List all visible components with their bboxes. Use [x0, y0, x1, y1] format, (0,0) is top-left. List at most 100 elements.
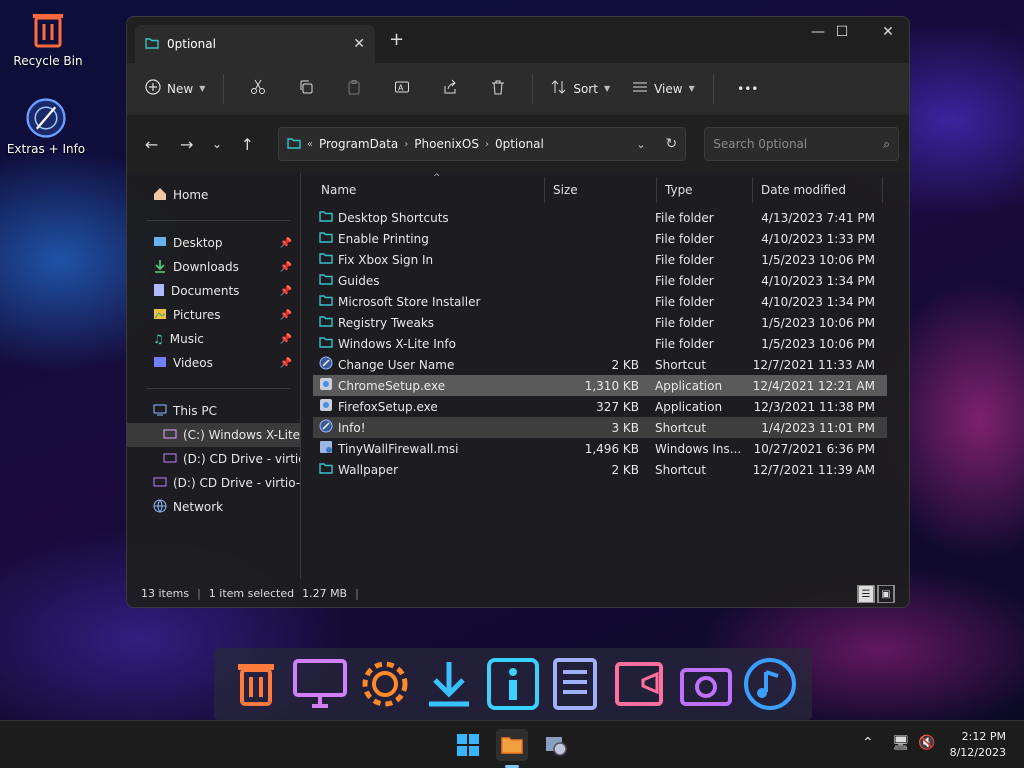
file-row[interactable]: Enable Printing File folder 4/10/2023 1:33…	[313, 228, 887, 249]
navigation-bar: ← → ⌄ ↑ « ProgramData › PhoenixOS › 0pti…	[127, 115, 909, 173]
file-name-cell: FirefoxSetup.exe	[313, 398, 539, 415]
sidebar-item-downloads[interactable]: Downloads 📌	[127, 255, 300, 279]
new-tab-button[interactable]: +	[389, 29, 404, 50]
search-icon: ⌕	[883, 136, 891, 151]
paste-button[interactable]	[332, 71, 376, 107]
column-header-name[interactable]: Name	[313, 177, 545, 203]
share-button[interactable]	[428, 71, 472, 107]
file-date: 1/5/2023 10:06 PM	[761, 252, 875, 267]
taskbar-app-settings[interactable]	[540, 729, 572, 761]
maximize-button[interactable]: ☐	[819, 17, 865, 47]
taskbar-file-explorer[interactable]	[496, 729, 528, 761]
dock-recycle-bin[interactable]	[228, 656, 284, 712]
details-view-button[interactable]: ☰	[857, 585, 875, 603]
up-button[interactable]: ↑	[233, 129, 262, 159]
sidebar-item-this-pc[interactable]: This PC	[127, 399, 300, 423]
dock-this-pc[interactable]	[292, 656, 348, 712]
system-clock[interactable]: 2:12 PM 8/12/2023	[950, 729, 1006, 761]
dock-videos[interactable]	[613, 656, 669, 712]
volume-muted-icon[interactable]: 🔇	[918, 735, 935, 751]
dock-downloads[interactable]	[421, 656, 477, 712]
application-icon	[319, 377, 333, 394]
pin-icon[interactable]: 📌	[280, 334, 292, 345]
sidebar-item-desktop[interactable]: Desktop 📌	[127, 231, 300, 255]
file-row[interactable]: Change User Name 2 KB Shortcut 12/7/2021 11…	[313, 354, 887, 375]
copy-button[interactable]	[284, 71, 328, 107]
cut-button[interactable]	[236, 71, 280, 107]
close-button[interactable]: ✕	[865, 17, 909, 47]
sidebar-item-network[interactable]: Network	[127, 495, 300, 519]
pin-icon[interactable]: 📌	[280, 262, 292, 273]
back-button[interactable]: ←	[137, 129, 166, 159]
folder-icon	[319, 231, 333, 246]
desktop-icon-extras-info[interactable]: Extras + Info	[0, 98, 94, 156]
tab-close-button[interactable]: ✕	[353, 36, 365, 52]
sidebar-item-videos[interactable]: Videos 📌	[127, 351, 300, 375]
more-options-button[interactable]: •••	[726, 71, 770, 107]
delete-button[interactable]	[476, 71, 520, 107]
desktop-icon-label: Recycle Bin	[13, 54, 83, 68]
dock-info[interactable]	[485, 656, 541, 712]
breadcrumb-0ptional[interactable]: 0ptional	[495, 137, 544, 151]
file-row[interactable]: Windows X-Lite Info File folder 1/5/2023 1…	[313, 333, 887, 354]
file-row[interactable]: FirefoxSetup.exe 327 KB Application 12/3/20…	[313, 396, 887, 417]
file-row[interactable]: Microsoft Store Installer File folder 4/10…	[313, 291, 887, 312]
network-icon[interactable]: 🖥	[892, 735, 910, 751]
search-box[interactable]: ⌕	[704, 127, 900, 161]
address-dropdown-icon[interactable]: ⌄	[636, 138, 645, 151]
file-date: 10/27/2021 6:36 PM	[753, 441, 875, 456]
file-name: Guides	[338, 273, 380, 288]
forward-button[interactable]: →	[172, 129, 201, 159]
sidebar-item-cd-drive[interactable]: (D:) CD Drive - virtio-w	[127, 471, 300, 495]
refresh-icon[interactable]: ↻	[666, 136, 678, 152]
pin-icon[interactable]: 📌	[280, 358, 292, 369]
content-area: Home Desktop 📌 Downloads 📌 Documents 📌 P…	[127, 173, 909, 579]
desktop-icon-recycle-bin[interactable]: Recycle Bin	[0, 10, 96, 68]
sidebar-item-label: Downloads	[173, 260, 239, 274]
pin-icon[interactable]: 📌	[280, 238, 292, 249]
start-button[interactable]	[452, 729, 484, 761]
home-icon	[153, 187, 167, 204]
file-row[interactable]: Registry Tweaks File folder 1/5/2023 10:06…	[313, 312, 887, 333]
tiles-view-button[interactable]: ▣	[877, 585, 895, 603]
file-row[interactable]: TinyWallFirewall.msi 1,496 KB Windows Ins.…	[313, 438, 887, 459]
tab-0ptional[interactable]: 0ptional ✕	[135, 25, 375, 63]
file-row[interactable]: Desktop Shortcuts File folder 4/13/2023 7:…	[313, 207, 887, 228]
recent-locations-button[interactable]: ⌄	[207, 129, 226, 159]
column-header-type[interactable]: Type	[657, 177, 753, 203]
column-header-date[interactable]: Date modified	[753, 177, 883, 203]
column-header-size[interactable]: Size	[545, 177, 657, 203]
sort-button[interactable]: Sort ▼	[545, 71, 616, 107]
new-button[interactable]: New ▼	[139, 71, 211, 107]
file-row[interactable]: Info! 3 KB Shortcut 1/4/2023 11:01 PM	[313, 417, 887, 438]
rename-button[interactable]: A	[380, 71, 424, 107]
rename-icon: A	[394, 79, 410, 98]
dock-documents[interactable]	[549, 656, 605, 712]
show-hidden-icons-button[interactable]: ⌃	[862, 735, 874, 751]
dock-pictures[interactable]	[678, 656, 734, 712]
pin-icon[interactable]: 📌	[280, 310, 292, 321]
view-button[interactable]: View ▼	[626, 71, 701, 107]
dock-settings[interactable]	[357, 656, 413, 712]
file-name-cell: Windows X-Lite Info	[313, 336, 539, 351]
sidebar-item-home[interactable]: Home	[127, 183, 300, 207]
breadcrumb-phoenixos[interactable]: PhoenixOS	[414, 137, 479, 151]
sidebar-item-label: Documents	[171, 284, 240, 298]
pin-icon[interactable]: 📌	[280, 286, 292, 297]
sort-ascending-icon: ^	[433, 173, 441, 183]
breadcrumb-overflow[interactable]: «	[307, 139, 313, 150]
search-input[interactable]	[713, 137, 884, 151]
sidebar-item-documents[interactable]: Documents 📌	[127, 279, 300, 303]
file-row[interactable]: ChromeSetup.exe 1,310 KB Application 12/4/2…	[313, 375, 887, 396]
sidebar-item-pictures[interactable]: Pictures 📌	[127, 303, 300, 327]
breadcrumb-programdata[interactable]: ProgramData	[319, 137, 398, 151]
file-row[interactable]: Wallpaper 2 KB Shortcut 12/7/2021 11:39 AM	[313, 459, 887, 480]
sidebar-item-drive-c[interactable]: (C:) Windows X-Lite	[127, 423, 300, 447]
address-bar[interactable]: « ProgramData › PhoenixOS › 0ptional ⌄ ↻	[277, 127, 687, 161]
dock-music[interactable]	[742, 656, 798, 712]
file-row[interactable]: Guides File folder 4/10/2023 1:34 PM	[313, 270, 887, 291]
music-icon: ♫	[153, 332, 164, 346]
file-row[interactable]: Fix Xbox Sign In File folder 1/5/2023 10:0…	[313, 249, 887, 270]
sidebar-item-drive-d[interactable]: (D:) CD Drive - virtio	[127, 447, 300, 471]
sidebar-item-music[interactable]: ♫ Music 📌	[127, 327, 300, 351]
